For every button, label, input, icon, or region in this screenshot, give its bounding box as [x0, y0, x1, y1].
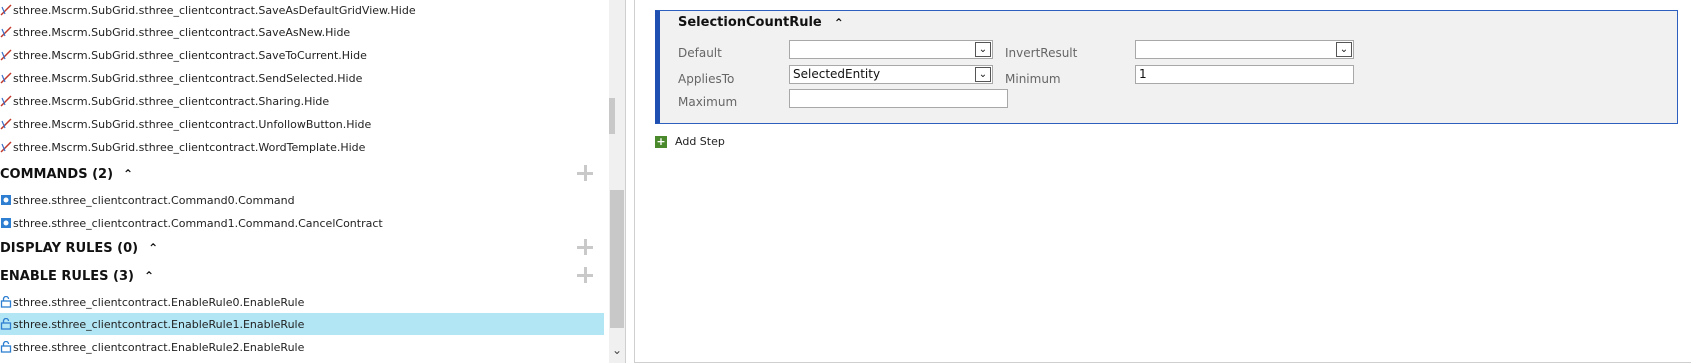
hidden-rule-icon	[0, 95, 12, 107]
tree-scrollbar[interactable]: ⌄	[609, 0, 625, 363]
chevron-up-icon[interactable]: ⌃	[123, 167, 133, 181]
tree-item-enable-rule[interactable]: sthree.sthree_clientcontract.EnableRule2…	[0, 336, 304, 358]
tree-item-hide-rule[interactable]: sthree.Mscrm.SubGrid.sthree_clientcontra…	[0, 90, 329, 112]
add-enable-rule-plus-icon[interactable]	[577, 267, 593, 283]
hidden-rule-icon	[0, 72, 12, 84]
chevron-up-icon[interactable]: ⌃	[144, 269, 154, 283]
tree-item-hide-rule[interactable]: sthree.Mscrm.SubGrid.sthree_clientcontra…	[0, 67, 362, 89]
applies-to-select[interactable]: SelectedEntity ⌄	[789, 65, 993, 84]
plus-icon: +	[655, 134, 667, 148]
tree-item-label: sthree.Mscrm.SubGrid.sthree_clientcontra…	[13, 48, 367, 62]
add-display-rule-plus-icon[interactable]	[577, 239, 593, 255]
panel-divider	[625, 0, 626, 363]
minimum-input[interactable]: 1	[1135, 65, 1354, 84]
rule-card-header[interactable]: SelectionCountRule ⌃	[678, 15, 844, 30]
hidden-rule-icon	[0, 26, 12, 38]
tree-item-label: sthree.sthree_clientcontract.EnableRule1…	[13, 317, 305, 331]
chevron-up-icon[interactable]: ⌃	[834, 16, 844, 30]
enable-rule-icon	[0, 318, 12, 330]
tree-item-hide-rule[interactable]: sthree.Mscrm.SubGrid.sthree_clientcontra…	[0, 113, 371, 135]
applies-to-label: AppliesTo	[678, 72, 735, 86]
default-select[interactable]: ⌄	[789, 40, 993, 59]
tree-item-command[interactable]: sthree.sthree_clientcontract.Command1.Co…	[0, 212, 383, 234]
commands-section-header[interactable]: COMMANDS (2) ⌃	[0, 162, 133, 186]
chevron-down-icon[interactable]: ⌄	[1336, 42, 1352, 57]
tree-item-command[interactable]: sthree.sthree_clientcontract.Command0.Co…	[0, 189, 295, 211]
enable-rule-icon	[0, 296, 12, 308]
scrollbar-edge	[609, 98, 615, 134]
applies-to-value: SelectedEntity	[793, 67, 881, 81]
tree-item-label: sthree.sthree_clientcontract.Command1.Co…	[13, 216, 383, 230]
tree-item-enable-rule[interactable]: sthree.sthree_clientcontract.EnableRule0…	[0, 291, 304, 313]
tree-item-label: sthree.Mscrm.SubGrid.sthree_clientcontra…	[13, 25, 351, 39]
enable-rules-section-header[interactable]: ENABLE RULES (3) ⌃	[0, 264, 154, 288]
invert-result-label: InvertResult	[1005, 46, 1078, 60]
tree-item-hide-rule[interactable]: sthree.Mscrm.SubGrid.sthree_clientcontra…	[0, 21, 350, 43]
tree-item-hide-rule[interactable]: sthree.Mscrm.SubGrid.sthree_clientcontra…	[0, 136, 365, 158]
minimum-label: Minimum	[1005, 72, 1061, 86]
section-title: ENABLE RULES (3)	[0, 268, 134, 284]
tree-item-label: sthree.sthree_clientcontract.EnableRule0…	[13, 295, 305, 309]
add-command-plus-icon[interactable]	[577, 165, 593, 181]
tree-item-label: sthree.Mscrm.SubGrid.sthree_clientcontra…	[13, 117, 372, 131]
chevron-down-icon[interactable]: ⌄	[975, 42, 991, 57]
rule-details-panel: SelectionCountRule ⌃ Default ⌄ InvertRes…	[635, 0, 1691, 363]
invert-result-select[interactable]: ⌄	[1135, 40, 1354, 59]
tree-item-hide-rule[interactable]: sthree.Mscrm.SubGrid.sthree_clientcontra…	[0, 0, 416, 21]
add-step-button[interactable]: + Add Step	[655, 135, 725, 148]
section-title: COMMANDS (2)	[0, 166, 114, 182]
enable-rule-icon	[0, 341, 12, 353]
tree-item-hide-rule[interactable]: sthree.Mscrm.SubGrid.sthree_clientcontra…	[0, 44, 367, 66]
command-icon	[1, 195, 11, 205]
tree-item-label: sthree.sthree_clientcontract.Command0.Co…	[13, 193, 295, 207]
rule-card-title: SelectionCountRule	[678, 15, 822, 30]
scrollbar-thumb[interactable]	[610, 190, 624, 328]
add-step-label: Add Step	[675, 135, 725, 148]
chevron-up-icon[interactable]: ⌃	[148, 241, 158, 255]
chevron-down-icon[interactable]: ⌄	[612, 343, 622, 357]
chevron-down-icon[interactable]: ⌄	[975, 67, 991, 82]
maximum-label: Maximum	[678, 95, 738, 109]
section-title: DISPLAY RULES (0)	[0, 240, 139, 256]
ribbon-tree-panel: sthree.Mscrm.SubGrid.sthree_clientcontra…	[0, 0, 625, 363]
hidden-rule-icon	[0, 118, 12, 130]
command-icon	[1, 218, 11, 228]
tree-item-label: sthree.Mscrm.SubGrid.sthree_clientcontra…	[13, 140, 366, 154]
hidden-rule-icon	[0, 49, 12, 61]
hidden-rule-icon	[0, 141, 12, 153]
tree-item-label: sthree.Mscrm.SubGrid.sthree_clientcontra…	[13, 94, 330, 108]
selection-count-rule-card: SelectionCountRule ⌃ Default ⌄ InvertRes…	[655, 10, 1678, 124]
tree-item-label: sthree.Mscrm.SubGrid.sthree_clientcontra…	[13, 71, 363, 85]
tree-item-label: sthree.sthree_clientcontract.EnableRule2…	[13, 340, 305, 354]
maximum-input[interactable]	[789, 89, 1008, 108]
display-rules-section-header[interactable]: DISPLAY RULES (0) ⌃	[0, 236, 158, 260]
hidden-rule-icon	[0, 4, 12, 16]
tree-item-enable-rule-selected[interactable]: sthree.sthree_clientcontract.EnableRule1…	[0, 313, 604, 335]
tree-item-label: sthree.Mscrm.SubGrid.sthree_clientcontra…	[13, 3, 416, 17]
default-label: Default	[678, 46, 722, 60]
